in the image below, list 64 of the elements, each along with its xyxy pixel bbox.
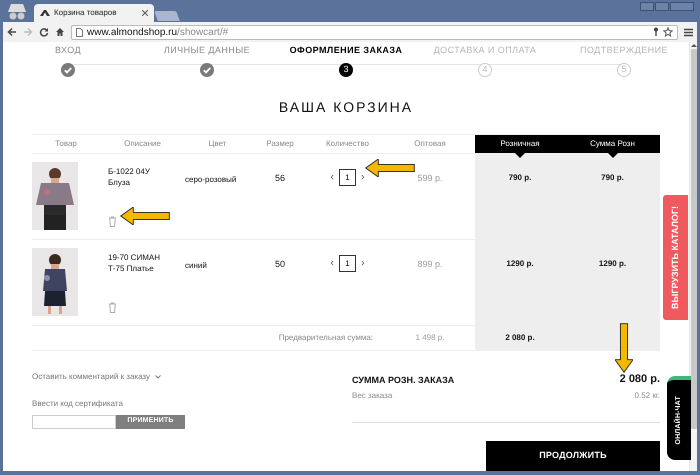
arrow-icon (119, 207, 171, 225)
product-color: синий (185, 261, 207, 270)
step-label[interactable]: ЛИЧНЫЕ ДАННЫЕ (164, 44, 250, 58)
continue-button[interactable]: ПРОДОЛЖИТЬ (486, 441, 660, 471)
weight-value: 0.52 кг. (634, 390, 660, 402)
url-text: www.almondshop.ru/showcart/# (87, 26, 230, 40)
arrow-icon (615, 322, 633, 374)
trash-icon[interactable] (108, 216, 117, 228)
check-icon (200, 62, 214, 76)
column-header: Товар (54, 138, 78, 150)
total-amount: 2 080 р. (620, 372, 660, 386)
subtotal-wholesale: 1 498 р. (416, 332, 444, 344)
wholesale-price: 599 р. (417, 172, 443, 184)
product-size: 50 (274, 258, 285, 270)
wholesale-price: 899 р. (417, 258, 443, 270)
subtotal-retail: 2 080 р. (505, 332, 535, 344)
increase-button[interactable]: › (361, 169, 365, 186)
column-header: Размер (265, 138, 295, 150)
product-color: серо-розовый (185, 175, 236, 184)
check-icon (61, 62, 75, 76)
certificate-label: Ввести код сертификата (32, 398, 124, 410)
close-icon[interactable] (142, 10, 148, 16)
step-label[interactable]: ВХОД (54, 44, 81, 58)
certificate-field[interactable] (32, 414, 116, 428)
quantity-field[interactable]: 1 (339, 169, 356, 186)
retail-sum: 790 р. (601, 172, 624, 184)
menu-icon[interactable] (684, 28, 693, 36)
product-size: 56 (274, 172, 285, 184)
chevron-down-icon[interactable] (155, 374, 162, 378)
reload-icon[interactable] (39, 27, 49, 37)
column-header: Описание (123, 138, 162, 150)
retail-sum: 1290 р. (598, 258, 626, 270)
total-label: СУММА РОЗН. ЗАКАЗА (352, 374, 454, 386)
arrow-icon (364, 159, 416, 177)
page-icon (76, 28, 83, 36)
decrease-button[interactable]: ‹ (330, 255, 334, 272)
decrease-button[interactable]: ‹ (330, 169, 334, 186)
step-number: 5 (617, 62, 631, 76)
back-icon[interactable] (7, 27, 17, 37)
star-icon[interactable] (663, 27, 673, 37)
comment-toggle[interactable]: Оставить комментарий к заказу (32, 370, 150, 382)
key-icon[interactable] (653, 27, 659, 37)
home-icon[interactable] (55, 27, 65, 37)
retail-price: 1290 р. (506, 258, 534, 270)
step-number: 3 (339, 62, 353, 76)
address-bar[interactable]: www.almondshop.ru/showcart/# (71, 24, 678, 40)
subtotal-label: Предварительная сумма: (278, 332, 373, 344)
column-header: Количество (325, 138, 370, 150)
new-tab-button[interactable] (154, 11, 180, 21)
quantity-field[interactable]: 1 (339, 255, 356, 272)
browser-tab[interactable]: Корзина товаров (34, 4, 154, 22)
increase-button[interactable]: › (361, 255, 365, 272)
site-icon (40, 10, 50, 16)
page-heading: ВАША КОРЗИНА (278, 98, 414, 116)
column-header: Оптовая (413, 138, 447, 150)
product-description: 19-70 СИМАН Т-75 Платье (108, 252, 161, 274)
product-description: Б-1022 04У Блуза (108, 166, 151, 188)
retail-price: 790 р. (508, 172, 532, 184)
trash-icon[interactable] (108, 302, 117, 313)
scrollbar[interactable] (689, 42, 697, 471)
weight-label: Вес заказа (352, 390, 392, 402)
tab-title: Корзина товаров (54, 7, 118, 19)
step-number: 4 (478, 62, 492, 76)
column-header: Цвет (208, 138, 228, 150)
